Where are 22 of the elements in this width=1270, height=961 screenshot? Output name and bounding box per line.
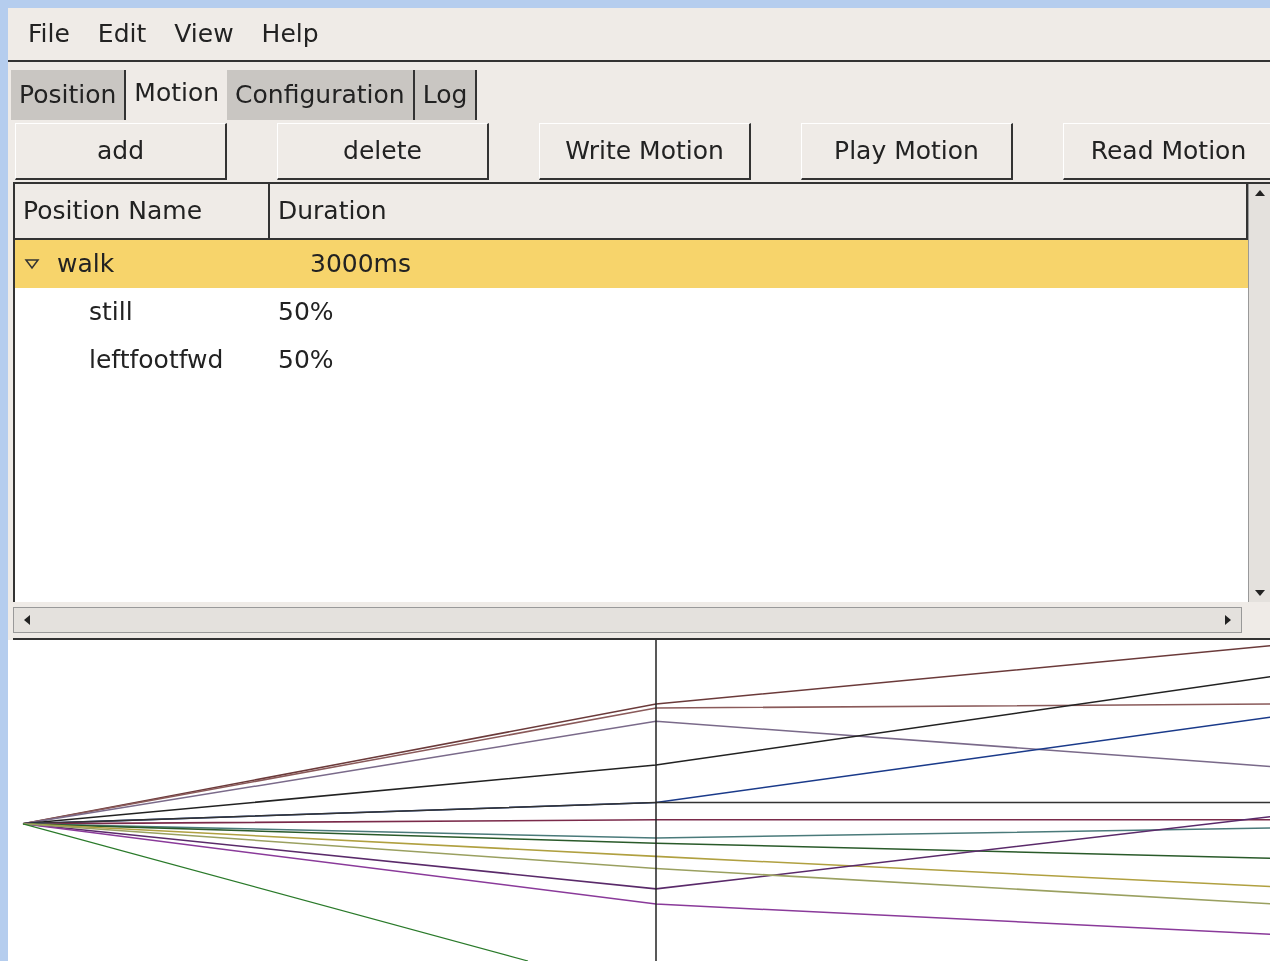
duration-value: 50% <box>277 296 334 329</box>
tab[interactable]: Configuration <box>227 70 415 120</box>
toolbar-button[interactable]: delete <box>277 123 489 180</box>
menu-item[interactable]: Edit <box>97 15 147 53</box>
toolbar-button[interactable]: Write Motion <box>539 123 751 180</box>
menu-item[interactable]: Help <box>261 15 319 53</box>
toolbar-button[interactable]: Play Motion <box>801 123 1013 180</box>
tab[interactable]: Position <box>11 70 127 120</box>
position-name: leftfootfwd <box>89 344 224 377</box>
position-name: walk <box>57 248 115 281</box>
duration-value: 3000ms <box>309 248 411 281</box>
tab[interactable]: Log <box>414 70 478 120</box>
tree-row[interactable]: walk 3000ms <box>15 240 1248 288</box>
vertical-scrollbar[interactable] <box>1248 184 1270 602</box>
toolbar-button[interactable]: Read Motion <box>1063 123 1270 180</box>
position-name: still <box>89 296 133 329</box>
menu-item[interactable]: View <box>174 15 234 53</box>
menu-item[interactable]: File <box>28 15 70 53</box>
toolbar-button[interactable]: add <box>15 123 227 180</box>
expanded-triangle-icon[interactable] <box>23 257 41 271</box>
column-header[interactable]: Position Name <box>15 184 270 238</box>
duration-value: 50% <box>277 344 334 377</box>
